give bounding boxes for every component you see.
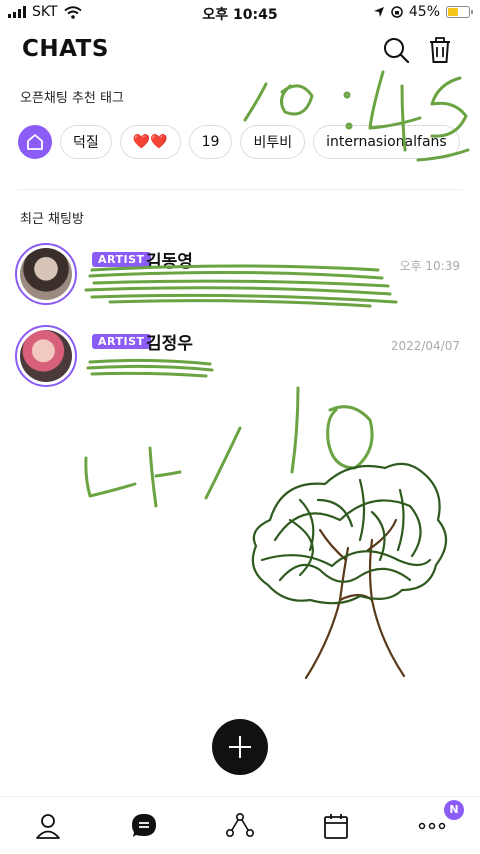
header: CHATS [0, 30, 480, 70]
home-icon [27, 134, 43, 150]
chat-room-row[interactable]: ARTIST 김정우 2022/04/07 [0, 325, 480, 395]
avatar [15, 243, 77, 305]
status-bar: SKT 오후 10:45 45% [0, 0, 480, 26]
open-chat-tags-label: 오픈채팅 추천 태그 [20, 91, 124, 106]
tag-item[interactable]: 비투비 [240, 125, 306, 159]
artist-badge: ARTIST [92, 252, 151, 267]
share-icon[interactable] [225, 811, 255, 841]
chat-time: 오후 10:39 [399, 259, 460, 273]
more-icon[interactable] [417, 811, 447, 841]
battery-level-fill [448, 8, 458, 16]
tag-item[interactable]: ❤️❤️ [119, 125, 181, 159]
plus-icon [229, 736, 251, 758]
battery-icon [446, 6, 473, 18]
bottom-nav [0, 796, 480, 854]
scribble-text [84, 386, 374, 508]
chat-name: 김정우 [146, 334, 193, 354]
profile-icon[interactable] [33, 811, 63, 841]
rotation-lock-icon [391, 6, 403, 18]
chat-time: 2022/04/07 [390, 339, 460, 353]
page-title: CHATS [22, 36, 109, 62]
notification-badge: N [444, 800, 464, 820]
location-icon [373, 7, 384, 17]
artist-badge: ARTIST [92, 334, 151, 349]
chat-room-row[interactable]: ARTIST 김동영 오후 10:39 [0, 243, 480, 313]
tree-trunk [304, 518, 406, 680]
tree-canopy [251, 462, 448, 605]
tag-list: 덕질 ❤️❤️ 19 비투비 internasionalfans [18, 125, 480, 161]
chat-icon[interactable] [129, 811, 159, 841]
chat-name: 김동영 [146, 252, 193, 272]
new-chat-button[interactable] [212, 719, 268, 775]
recent-chats-label: 최근 채팅방 [20, 212, 84, 227]
tag-item[interactable]: 19 [188, 125, 233, 159]
tag-item[interactable]: 덕질 [60, 125, 112, 159]
calendar-icon[interactable] [321, 811, 351, 841]
search-icon[interactable] [382, 36, 410, 64]
tag-item[interactable]: internasionalfans [313, 125, 460, 159]
battery-percent: 45% [408, 4, 440, 20]
divider [18, 189, 462, 190]
status-right: 45% [373, 4, 473, 20]
tag-home[interactable] [18, 125, 52, 159]
trash-icon[interactable] [426, 36, 454, 64]
avatar [15, 325, 77, 387]
